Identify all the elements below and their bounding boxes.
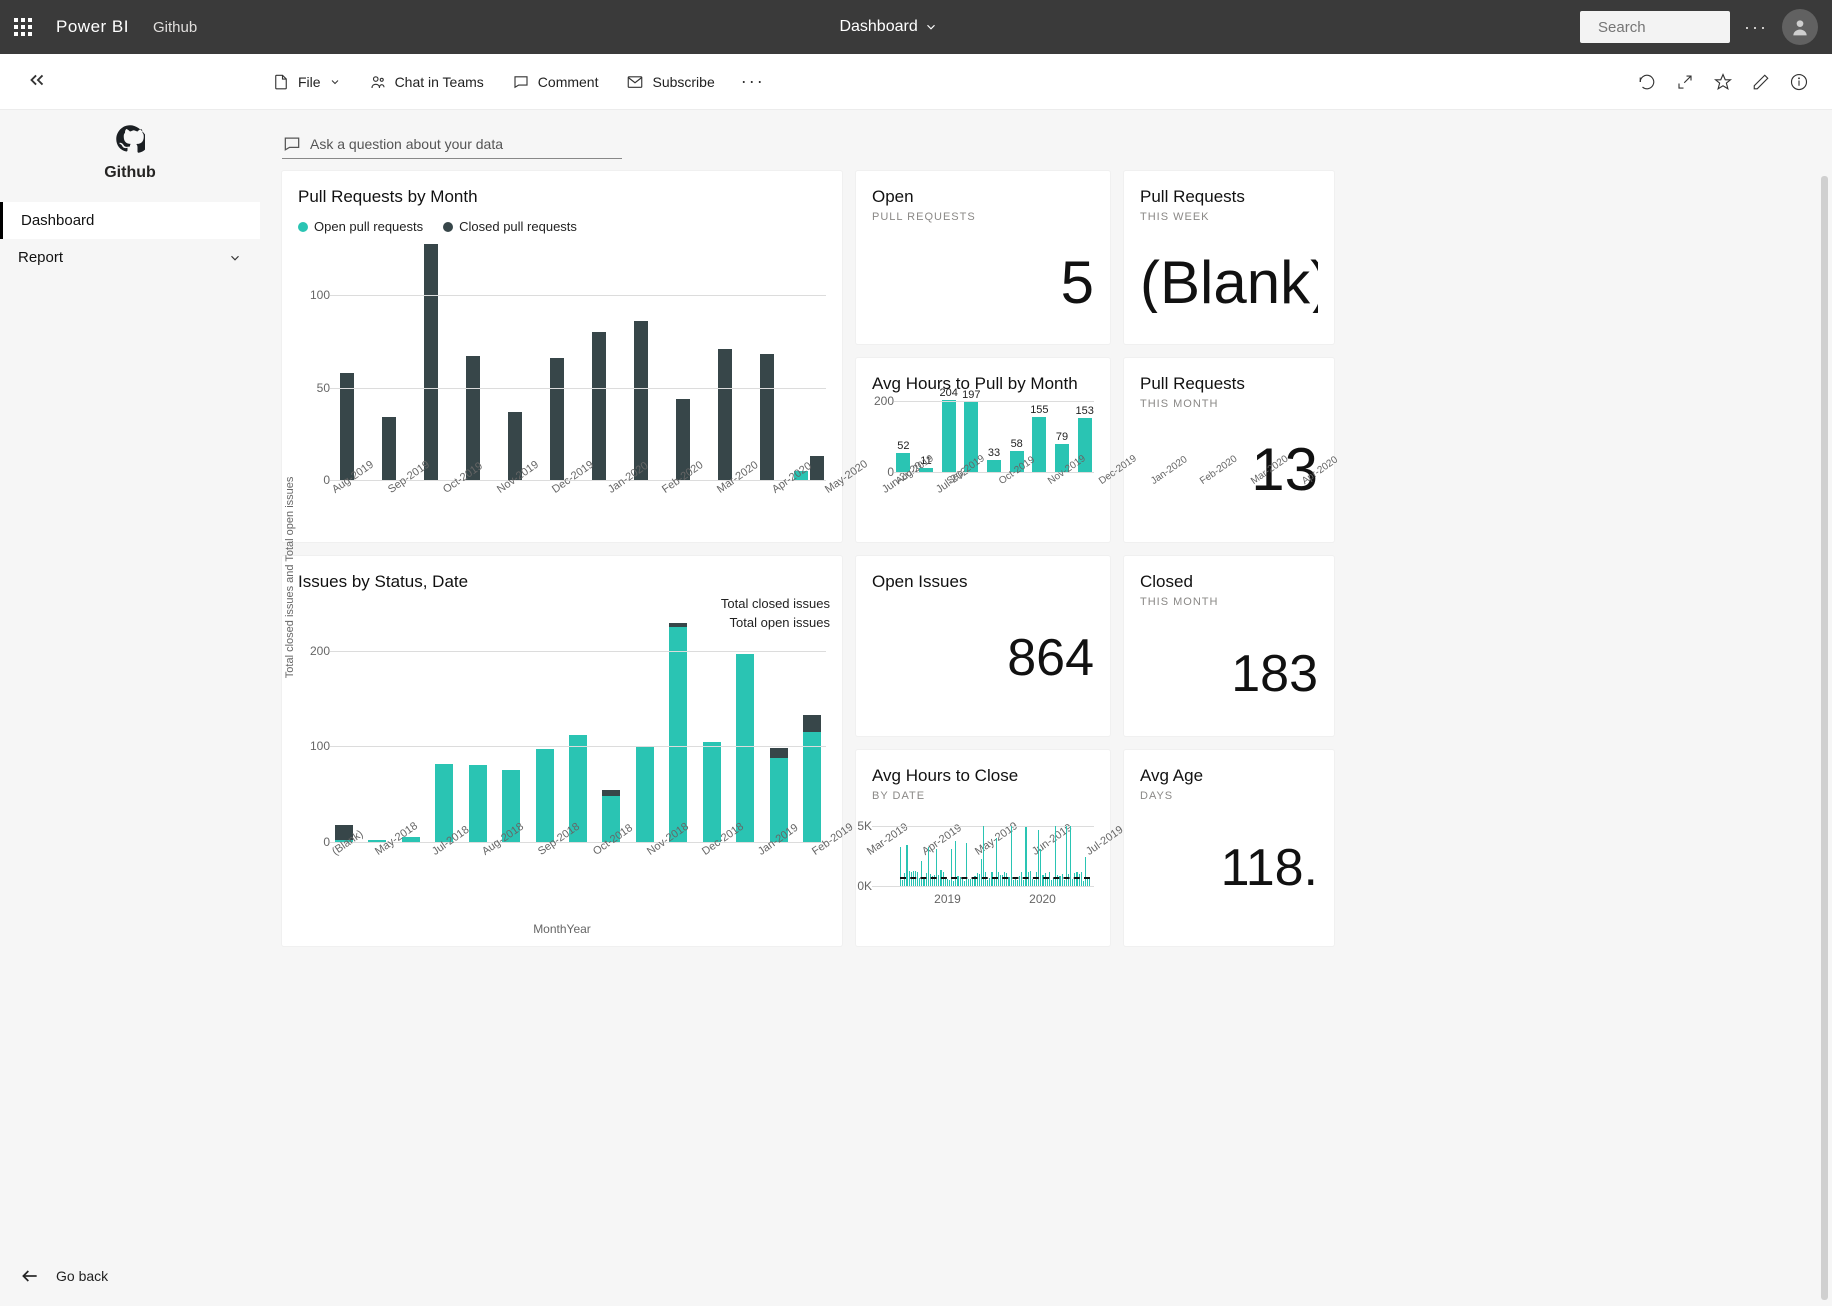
chart-pr-by-month: 050100 Aug-2019Sep-2019Oct-2019Nov-2019D… xyxy=(298,240,826,532)
file-label: File xyxy=(298,74,321,90)
breadcrumb[interactable]: Github xyxy=(153,19,197,36)
qna-input[interactable]: Ask a question about your data xyxy=(282,130,622,159)
tile-title: Open xyxy=(872,187,1094,207)
github-logo-icon xyxy=(115,124,145,154)
comment-icon xyxy=(512,73,530,91)
brand: Power BI xyxy=(56,17,129,37)
tile-title: Pull Requests xyxy=(1140,374,1318,394)
kpi-value: (Blank) xyxy=(1140,253,1318,313)
tile-avg-close[interactable]: Avg Hours to Close BY DATE 0K5K20192020 xyxy=(856,750,1110,946)
search-input[interactable] xyxy=(1596,18,1799,37)
file-icon xyxy=(272,73,290,91)
go-back-button[interactable]: Go back xyxy=(0,1246,260,1306)
chevron-down-icon xyxy=(924,20,938,34)
tile-subtitle: THIS MONTH xyxy=(1140,398,1318,410)
avatar[interactable] xyxy=(1782,9,1818,45)
tile-subtitle: DAYS xyxy=(1140,790,1318,802)
app-name: Github xyxy=(104,164,156,182)
tile-issues-status[interactable]: Issues by Status, Date Total closed issu… xyxy=(282,556,842,946)
comment-button[interactable]: Comment xyxy=(500,67,611,97)
comment-icon xyxy=(282,134,302,154)
tile-title: Closed xyxy=(1140,572,1318,592)
chevron-down-icon xyxy=(228,251,242,265)
tile-pr-by-month[interactable]: Pull Requests by Month Open pull request… xyxy=(282,171,842,542)
double-chevron-left-icon xyxy=(26,69,48,91)
edit-icon[interactable] xyxy=(1752,73,1770,91)
go-back-label: Go back xyxy=(56,1268,108,1284)
info-icon[interactable] xyxy=(1790,73,1808,91)
tile-open-pr[interactable]: Open PULL REQUESTS 5 xyxy=(856,171,1110,344)
sidebar-item-dashboard[interactable]: Dashboard xyxy=(0,202,260,239)
tile-avg-pull[interactable]: Avg Hours to Pull by Month 5211204197335… xyxy=(856,358,1110,543)
x-axis-label: MonthYear xyxy=(298,922,826,936)
favorite-icon[interactable] xyxy=(1714,73,1732,91)
more-options-icon[interactable]: ··· xyxy=(1744,17,1768,38)
tile-title: Open Issues xyxy=(872,572,1094,592)
nav-label: Dashboard xyxy=(21,212,94,229)
tile-title: Avg Hours to Close xyxy=(872,766,1094,786)
chat-label: Chat in Teams xyxy=(395,74,484,90)
person-icon xyxy=(1790,17,1810,37)
scrollbar[interactable] xyxy=(1821,176,1828,1300)
file-menu[interactable]: File xyxy=(260,67,353,97)
legend-open: Open pull requests xyxy=(314,219,423,234)
mail-icon xyxy=(626,73,644,91)
y-axis-label: Total closed issues and Total open issue… xyxy=(284,477,296,679)
tile-pr-this-week[interactable]: Pull Requests THIS WEEK (Blank) xyxy=(1124,171,1334,344)
tile-open-issues[interactable]: Open Issues 864 xyxy=(856,556,1110,736)
tile-title: Issues by Status, Date xyxy=(298,572,826,592)
legend-closed: Closed pull requests xyxy=(459,219,577,234)
chat-in-teams-button[interactable]: Chat in Teams xyxy=(357,67,496,97)
tile-pr-this-month[interactable]: Pull Requests THIS MONTH 13 xyxy=(1124,358,1334,543)
sidebar-item-report[interactable]: Report xyxy=(0,239,260,276)
tile-subtitle: BY DATE xyxy=(872,790,1094,802)
subscribe-button[interactable]: Subscribe xyxy=(614,67,726,97)
tile-closed-month[interactable]: Closed THIS MONTH 183 xyxy=(1124,556,1334,736)
tile-title: Pull Requests xyxy=(1140,187,1318,207)
chart-avg-close: 0K5K20192020 xyxy=(872,820,1094,910)
title-dropdown[interactable]: Dashboard xyxy=(839,18,937,36)
collapse-sidebar-button[interactable] xyxy=(16,69,256,94)
search-box[interactable] xyxy=(1580,11,1730,43)
tile-title: Pull Requests by Month xyxy=(298,187,826,207)
tile-title: Avg Age xyxy=(1140,766,1318,786)
arrow-left-icon xyxy=(20,1266,40,1286)
tile-avg-age[interactable]: Avg Age DAYS 118. xyxy=(1124,750,1334,946)
teams-icon xyxy=(369,73,387,91)
top-header: Power BI Github Dashboard ··· xyxy=(0,0,1832,54)
qna-placeholder: Ask a question about your data xyxy=(310,136,503,152)
tile-subtitle: THIS WEEK xyxy=(1140,211,1318,223)
comment-label: Comment xyxy=(538,74,599,90)
toolbar: File Chat in Teams Comment Subscribe ··· xyxy=(0,54,1832,110)
kpi-value: 5 xyxy=(872,253,1094,313)
sidebar: Github Dashboard Report Go back xyxy=(0,110,260,1306)
kpi-value: 118. xyxy=(1140,842,1318,894)
app-launcher-icon[interactable] xyxy=(14,18,32,36)
nav-label: Report xyxy=(18,249,63,266)
title: Dashboard xyxy=(839,18,917,36)
refresh-icon[interactable] xyxy=(1638,73,1656,91)
dashboard-canvas: Ask a question about your data Pull Requ… xyxy=(260,110,1832,1306)
subscribe-label: Subscribe xyxy=(652,74,714,90)
toolbar-more-icon[interactable]: ··· xyxy=(741,71,765,92)
legend-closed: Total closed issues xyxy=(721,596,830,611)
chevron-down-icon xyxy=(329,76,341,88)
kpi-value: 864 xyxy=(872,632,1094,684)
fullscreen-icon[interactable] xyxy=(1676,73,1694,91)
tile-subtitle: THIS MONTH xyxy=(1140,596,1318,608)
tile-subtitle: PULL REQUESTS xyxy=(872,211,1094,223)
kpi-value: 183 xyxy=(1140,648,1318,700)
